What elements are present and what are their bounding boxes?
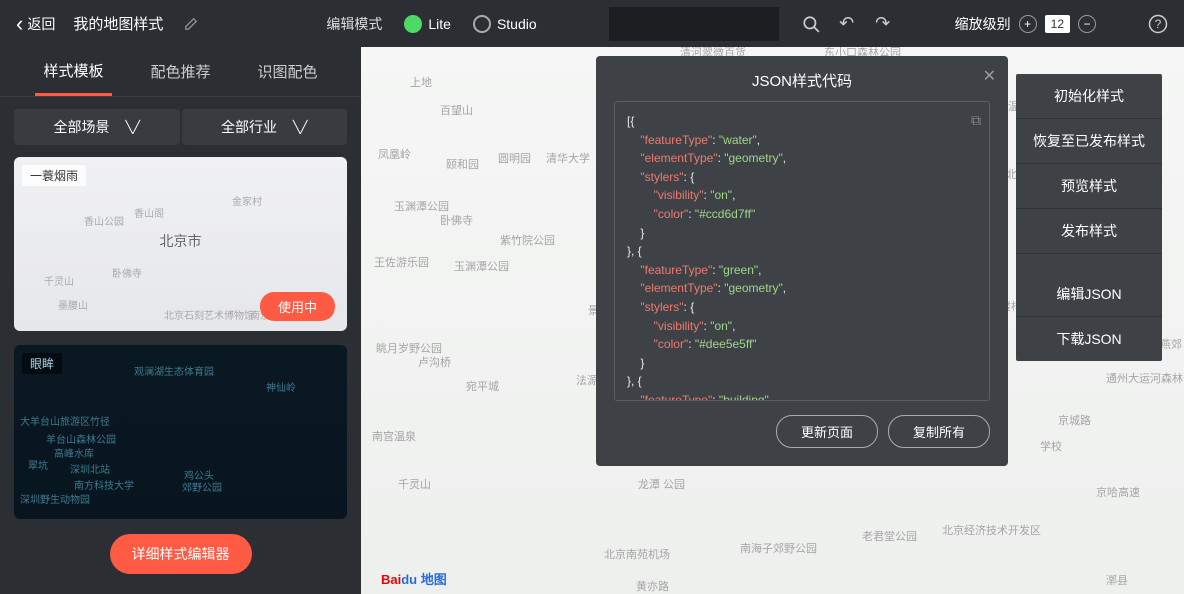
sidebar: 样式模板 配色推荐 识图配色 全部场景╲╱ 全部行业╲╱ 北京市香山公园香山阁金… [0,47,361,594]
tab-style-templates[interactable]: 样式模板 [35,48,111,96]
back-button[interactable]: 返回 [16,11,55,37]
map-place-label: 百望山 [440,102,473,118]
edit-title-icon[interactable] [181,14,201,34]
map-place-label: 颐和园 [446,156,479,172]
action-download-json[interactable]: 下载JSON [1016,317,1162,361]
copy-all-button[interactable]: 复制所有 [888,415,990,448]
tab-image-recognition[interactable]: 识图配色 [249,49,325,94]
json-code-modal: ✕ JSON样式代码 ⧉ [{ "featureType": "water", … [596,56,1008,466]
copy-icon[interactable]: ⧉ [971,110,981,132]
map-place-label: 漷县 [1106,572,1128,588]
zoom-value: 12 [1045,15,1070,33]
map-place-label: 学校 [1040,438,1062,454]
template-card[interactable]: 北京市香山公园香山阁金家村千灵山卧佛寺墨腰山北京石刻艺术博物馆南沙河公园一蓑烟雨… [14,157,347,331]
help-icon[interactable]: ? [1148,14,1168,34]
map-place-label: 北京经济技术开发区 [942,522,1041,538]
json-code-textarea[interactable]: ⧉ [{ "featureType": "water", "elementTyp… [614,101,990,401]
modal-title: JSON样式代码 [614,70,990,91]
map-place-label: 千灵山 [398,476,431,492]
mode-lite-radio[interactable]: Lite [404,15,451,33]
map-place-label: 老君堂公园 [862,528,917,544]
tab-color-suggestions[interactable]: 配色推荐 [142,49,218,94]
zoom-out-button[interactable]: − [1078,15,1096,33]
baidu-logo: Baidu 地图 [381,569,447,588]
back-label: 返回 [27,14,55,34]
map-place-label: 紫竹院公园 [500,232,555,248]
action-restore-published[interactable]: 恢复至已发布样式 [1016,119,1162,164]
map-place-label: 南宫温泉 [372,428,416,444]
search-input[interactable] [609,7,779,41]
update-page-button[interactable]: 更新页面 [776,415,878,448]
map-place-label: 清华大学 [546,150,590,166]
action-preview-style[interactable]: 预览样式 [1016,164,1162,209]
filter-scene-dropdown[interactable]: 全部场景╲╱ [14,109,180,145]
map-place-label: 宛平城 [466,378,499,394]
action-publish-style[interactable]: 发布样式 [1016,209,1162,254]
page-title: 我的地图样式 [73,13,163,34]
side-actions-menu: 初始化样式 恢复至已发布样式 预览样式 发布样式 编辑JSON 下载JSON [1016,74,1162,361]
use-template-button[interactable]: 使用中 [260,292,335,321]
map-place-label: 圆明园 [498,150,531,166]
map-place-label: 王佐游乐园 [374,254,429,270]
undo-icon[interactable]: ↶ [837,14,857,34]
map-place-label: 燕郊 [1160,336,1182,352]
chevron-left-icon [16,11,23,37]
template-card[interactable]: 观澜湖生态体育园神仙岭大羊台山旅游区竹径羊台山森林公园高峰水库深圳北站翠坑鸡公头… [14,345,347,519]
map-place-label: 卢沟桥 [418,354,451,370]
map-place-label: 黄亦路 [636,578,669,594]
edit-mode-label: 编辑模式 [326,14,382,34]
template-name-tag: 一蓑烟雨 [22,165,86,186]
filter-industry-dropdown[interactable]: 全部行业╲╱ [182,109,348,145]
detail-style-editor-button[interactable]: 详细样式编辑器 [110,534,252,574]
map-place-label: 上地 [410,74,432,90]
map-place-label: 卧佛寺 [440,212,473,228]
template-list: 北京市香山公园香山阁金家村千灵山卧佛寺墨腰山北京石刻艺术博物馆南沙河公园一蓑烟雨… [0,157,361,520]
chevron-down-icon: ╲╱ [293,120,307,134]
template-name-tag: 眼眸 [22,353,62,374]
map-place-label: 通州大运河森林公园 [1106,370,1184,386]
zoom-label: 缩放级别 [955,14,1011,34]
zoom-in-button[interactable]: + [1019,15,1037,33]
tabs: 样式模板 配色推荐 识图配色 [0,47,361,97]
map-place-label: 北京南苑机场 [604,546,670,562]
template-center-label: 北京市 [160,231,202,251]
map-place-label: 玉渊潭公园 [454,258,509,274]
action-init-style[interactable]: 初始化样式 [1016,74,1162,119]
mode-studio-radio[interactable]: Studio [473,15,537,33]
search-icon[interactable] [801,14,821,34]
map-place-label: 京哈高速 [1096,484,1140,500]
close-icon[interactable]: ✕ [983,66,996,86]
svg-text:?: ? [1155,17,1162,31]
map-place-label: 南海子郊野公园 [740,540,817,556]
map-place-label: 凤凰岭 [378,146,411,162]
redo-icon[interactable]: ↷ [873,14,893,34]
map-place-label: 龙潭 公园 [638,476,685,492]
action-edit-json[interactable]: 编辑JSON [1016,272,1162,317]
chevron-down-icon: ╲╱ [126,120,140,134]
map-place-label: 京城路 [1058,412,1091,428]
